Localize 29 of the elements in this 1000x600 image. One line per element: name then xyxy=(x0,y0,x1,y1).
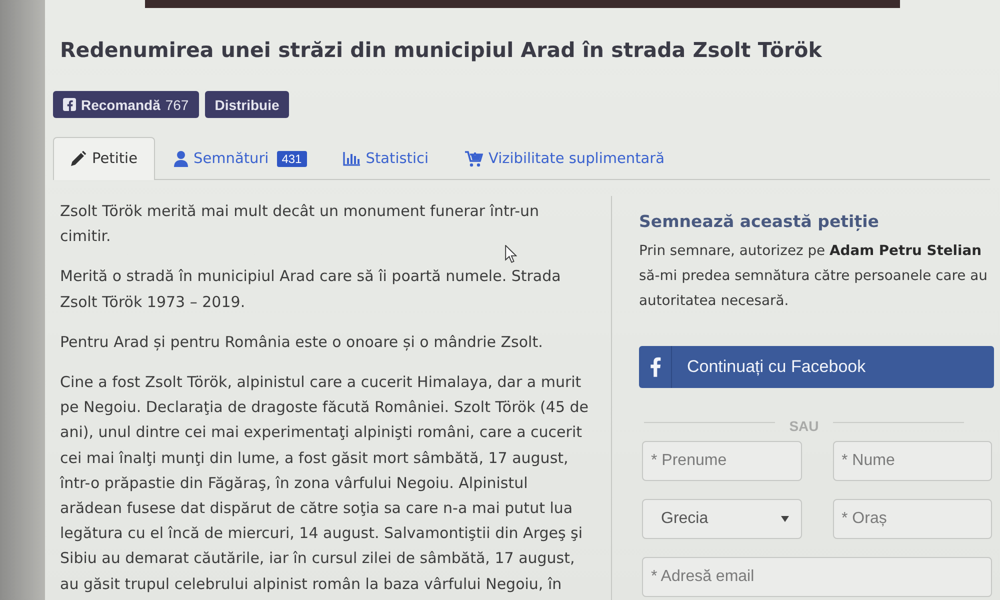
facebook-icon xyxy=(650,357,660,377)
facebook-recommend-button[interactable]: Recomandă 767 xyxy=(53,91,199,118)
input-field[interactable]: * Nume xyxy=(832,441,992,481)
caret-icon xyxy=(780,516,788,522)
consent-text: Prin semnare, autorizez pe Adam Petru Stelian să-mi predea semnătura către persoanele care au autoritatea necesară. xyxy=(639,242,988,311)
page-title: Redenumirea unei străzi din municipiul Arad în strada Zsolt Török xyxy=(60,37,822,64)
country-select[interactable]: Grecia xyxy=(642,499,802,539)
input-field[interactable]: * Prenume xyxy=(642,441,802,481)
facebook-login-button[interactable]: Continuați cu Facebook xyxy=(639,346,994,388)
bar-chart-icon xyxy=(342,152,360,166)
tab[interactable]: Vizibilitate suplimentară xyxy=(448,137,682,180)
share-button[interactable]: Distribuie xyxy=(204,91,290,118)
count-badge: 431 xyxy=(276,151,307,167)
input-field[interactable]: * Oraș xyxy=(832,499,992,539)
facebook-icon xyxy=(63,98,76,111)
tab[interactable]: Petitie xyxy=(53,137,154,180)
pencil-icon xyxy=(70,151,86,167)
email-field[interactable]: * Adresă email xyxy=(642,557,992,597)
tab[interactable]: Semnături 431 xyxy=(156,137,324,180)
paragraph: Pentru Arad și pentru România este o onoare și o mândrie Zsolt. xyxy=(60,332,544,353)
paragraph: Cine a fost Zsolt Török, alpinistul care a cucerit Himalaya, dar a murit pe Negoiu. Declaraţia de dragoste făcută României. Szolt Török (45 de ani), unul dintre cei mai experimentaţi alpinişti români, care a cucerit cei mai înalţi munţi din lume, a fost găsit mort sâmbătă, 17 august, într-o prăpastie din Făgăraş, în zona vârfului Negoiu. Alpinistul arădean fusese dat dispărut de către soţia sa care n-a mai putut lua legătura cu el încă de miercuri, 14 august. Salvamontiştii din Argeş şi Sibiu au demarat căutările, iar în cursul zilei de sâmbătă, 17 august, au găsit trupul celebrului alpinist român la baza vârfului Negoiu, în xyxy=(60,372,590,595)
paragraph: Merită o stradă în municipiul Arad care să îi poartă numele. Strada Zsolt Török 1973 – 2019. xyxy=(60,266,562,313)
sign-heading: Semnează această petiție xyxy=(639,211,880,233)
user-icon xyxy=(174,151,188,167)
cart-icon xyxy=(464,151,482,167)
mouse-pointer-icon xyxy=(505,245,517,263)
divider-label: SAU xyxy=(789,418,819,434)
tab[interactable]: Statistici xyxy=(326,137,446,180)
paragraph: Zsolt Török merită mai mult decât un monument funerar într-un cimitir. xyxy=(60,201,540,248)
